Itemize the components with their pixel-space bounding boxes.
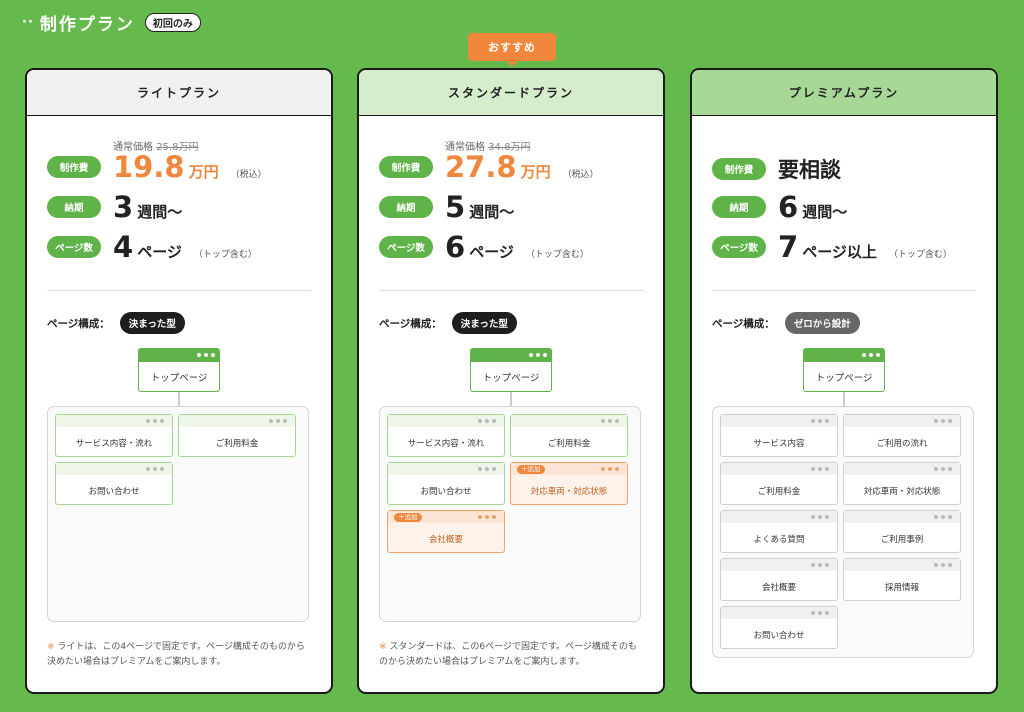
page-node: お問い合わせ [387, 462, 505, 505]
price-unit: 万円 [520, 163, 551, 181]
tax-note: （税込） [562, 170, 599, 180]
first-time-badge: 初回のみ [144, 13, 201, 32]
period-value: 5 [445, 190, 466, 224]
cost-pill: 制作費 [47, 156, 101, 178]
structure-type-badge: ゼロから設計 [784, 312, 860, 334]
price-unit: 万円 [188, 163, 219, 181]
cost-row: 制作費 要相談 [712, 154, 841, 184]
subpage-group: サービス内容 ご利用の流れ ご利用料金 対応車両・対応状態 よくある質問 ご利用… [712, 406, 974, 658]
page-node: 採用情報 [843, 558, 961, 601]
pages-note: （トップ含む） [888, 250, 952, 260]
period-row: 納期 6 週間〜 [712, 190, 847, 224]
period-value: 6 [778, 190, 799, 224]
period-pill: 納期 [712, 196, 766, 218]
pages-row: ページ数 7 ページ以上 （トップ含む） [712, 230, 952, 264]
section-header: ·· 制作プラン 初回のみ [22, 10, 201, 35]
structure-label: ページ構成： 決まった型 [379, 312, 517, 334]
page-node: ご利用料金 [720, 462, 838, 505]
pages-pill: ページ数 [712, 236, 766, 258]
added-page-node: ＋追加 対応車両・対応状態 [510, 462, 628, 505]
pages-unit: ページ以上 [802, 243, 877, 261]
subpage-group: サービス内容・流れ ご利用料金 お問い合わせ ＋追加 対応車両・対応状態 ＋追加… [379, 406, 641, 622]
period-unit: 週間〜 [137, 203, 183, 221]
recommend-badge: おすすめ [468, 33, 556, 67]
price-value: 27.8 [445, 150, 517, 184]
top-page-node: トップページ [803, 348, 885, 392]
page-node: ご利用事例 [843, 510, 961, 553]
page-node: ご利用料金 [178, 414, 296, 457]
page-node: お問い合わせ [55, 462, 173, 505]
top-page-node: トップページ [470, 348, 552, 392]
page-node: ご利用の流れ [843, 414, 961, 457]
cost-row: 制作費 27.8 万円 （税込） [379, 150, 599, 184]
page-node: サービス内容 [720, 414, 838, 457]
pages-value: 4 [113, 230, 134, 264]
pages-pill: ページ数 [379, 236, 433, 258]
plan-name: ライトプラン [27, 70, 331, 116]
footnote: ※ ライトは、この4ページで固定です。ページ構成そのものから決めたい場合はプレミ… [47, 642, 305, 667]
footnote: ※ スタンダードは、この6ページで固定です。ページ構成そのものから決めたい場合は… [379, 642, 637, 667]
pages-unit: ページ [469, 243, 514, 261]
added-page-node: ＋追加 会社概要 [387, 510, 505, 553]
connector-line [178, 392, 180, 406]
period-unit: 週間〜 [802, 203, 848, 221]
pages-value: 7 [778, 230, 799, 264]
page-node: サービス内容・流れ [55, 414, 173, 457]
structure-label: ページ構成： ゼロから設計 [712, 312, 860, 334]
pages-pill: ページ数 [47, 236, 101, 258]
plan-card-premium[interactable]: プレミアムプラン 制作費 要相談 納期 6 週間〜 ページ数 7 ページ以上 （… [690, 68, 998, 694]
added-tag: ＋追加 [517, 465, 545, 474]
added-tag: ＋追加 [394, 513, 422, 522]
period-pill: 納期 [379, 196, 433, 218]
connector-line [510, 392, 512, 406]
section-title: 制作プラン [39, 15, 135, 35]
tax-note: （税込） [230, 170, 267, 180]
period-row: 納期 3 週間〜 [47, 190, 182, 224]
price-consult: 要相談 [778, 158, 841, 182]
price-value: 19.8 [113, 150, 185, 184]
plan-name: プレミアムプラン [692, 70, 996, 116]
pages-row: ページ数 6 ページ （トップ含む） [379, 230, 589, 264]
plan-card-standard[interactable]: スタンダードプラン 通常価格 34.8万円 制作費 27.8 万円 （税込） 納… [357, 68, 665, 694]
page-node: お問い合わせ [720, 606, 838, 649]
subpage-group: サービス内容・流れ ご利用料金 お問い合わせ [47, 406, 309, 622]
page-node: よくある質問 [720, 510, 838, 553]
header-dots: ·· [22, 15, 34, 30]
period-row: 納期 5 週間〜 [379, 190, 514, 224]
period-value: 3 [113, 190, 134, 224]
cost-row: 制作費 19.8 万円 （税込） [47, 150, 267, 184]
pages-unit: ページ [137, 243, 182, 261]
divider [379, 290, 643, 291]
pages-row: ページ数 4 ページ （トップ含む） [47, 230, 257, 264]
structure-type-badge: 決まった型 [451, 312, 517, 334]
pages-note: （トップ含む） [193, 250, 257, 260]
pages-note: （トップ含む） [525, 250, 589, 260]
page-node: 対応車両・対応状態 [843, 462, 961, 505]
divider [712, 290, 976, 291]
structure-type-badge: 決まった型 [119, 312, 185, 334]
page-node: ご利用料金 [510, 414, 628, 457]
period-unit: 週間〜 [469, 203, 515, 221]
structure-label: ページ構成： 決まった型 [47, 312, 185, 334]
cost-pill: 制作費 [712, 158, 766, 180]
top-page-node: トップページ [138, 348, 220, 392]
period-pill: 納期 [47, 196, 101, 218]
page-node: サービス内容・流れ [387, 414, 505, 457]
plan-name: スタンダードプラン [359, 70, 663, 116]
plan-card-lite[interactable]: ライトプラン 通常価格 25.8万円 制作費 19.8 万円 （税込） 納期 3… [25, 68, 333, 694]
divider [47, 290, 311, 291]
cost-pill: 制作費 [379, 156, 433, 178]
pages-value: 6 [445, 230, 466, 264]
page-node: 会社概要 [720, 558, 838, 601]
connector-line [843, 392, 845, 406]
